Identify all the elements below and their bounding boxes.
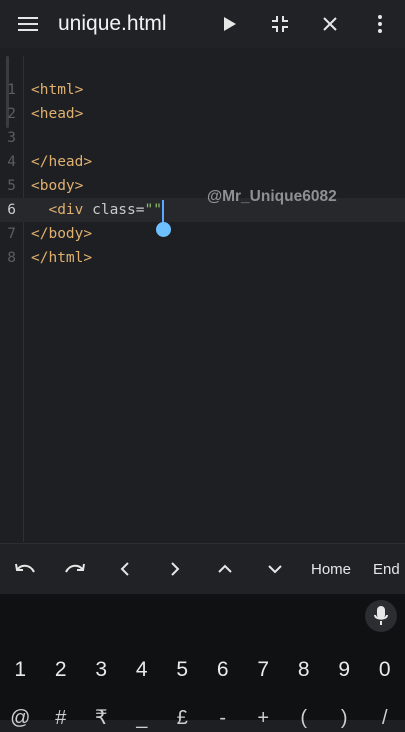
code-token: <html> — [31, 82, 83, 98]
cursor-right-button[interactable] — [150, 544, 200, 594]
line-number: 3 — [0, 126, 16, 150]
file-title: unique.html — [56, 12, 205, 36]
code-text: </body> — [31, 222, 92, 246]
code-text: </html> — [31, 246, 92, 270]
keyboard-symbol-row: @#₹_£-+()/ — [0, 704, 405, 724]
key-symbol[interactable]: - — [203, 704, 244, 724]
code-token: "" — [145, 202, 162, 218]
code-line[interactable]: 7 </body> — [0, 222, 405, 246]
line-number: 8 — [0, 246, 16, 270]
microphone-icon — [374, 606, 388, 626]
key-symbol[interactable]: + — [243, 704, 284, 724]
voice-input-button[interactable] — [365, 600, 397, 632]
keyboard-number-row: 1234567890 — [0, 652, 405, 688]
line-number: 4 — [0, 150, 16, 174]
line-number: 7 — [0, 222, 16, 246]
key-symbol[interactable]: # — [41, 704, 82, 724]
collapse-icon — [271, 15, 289, 33]
line-number: 1 — [0, 78, 16, 102]
key-symbol[interactable]: @ — [0, 704, 41, 724]
code-text: <div class="" — [31, 198, 162, 222]
key-1[interactable]: 1 — [0, 652, 41, 688]
key-4[interactable]: 4 — [122, 652, 163, 688]
code-token: <div — [31, 202, 92, 218]
key-9[interactable]: 9 — [324, 652, 365, 688]
redo-icon — [64, 562, 86, 576]
hamburger-menu-icon — [18, 16, 38, 32]
code-token: </html> — [31, 250, 92, 266]
undo-icon — [14, 562, 36, 576]
code-token: </head> — [31, 154, 92, 170]
redo-button[interactable] — [50, 544, 100, 594]
code-token: <head> — [31, 106, 83, 122]
cursor-handle[interactable] — [156, 222, 171, 237]
watermark: @Mr_Unique6082 — [207, 188, 337, 206]
end-key-button[interactable]: End — [362, 544, 405, 594]
code-token: </body> — [31, 226, 92, 242]
code-token: <body> — [31, 178, 83, 194]
code-token: class= — [92, 202, 144, 218]
key-3[interactable]: 3 — [81, 652, 122, 688]
key-symbol[interactable]: _ — [122, 704, 163, 724]
key-symbol[interactable]: £ — [162, 704, 203, 724]
code-line[interactable]: 1 <html> — [0, 78, 405, 102]
key-symbol[interactable]: ) — [324, 704, 365, 724]
key-2[interactable]: 2 — [41, 652, 82, 688]
code-line[interactable]: 5 <body> — [0, 174, 405, 198]
more-options-button[interactable] — [355, 0, 405, 48]
text-caret — [162, 200, 164, 224]
close-icon — [322, 16, 338, 32]
code-text: <body> — [31, 174, 83, 198]
cursor-down-button[interactable] — [250, 544, 300, 594]
key-5[interactable]: 5 — [162, 652, 203, 688]
app-toolbar: unique.html — [0, 0, 405, 48]
play-icon — [223, 16, 237, 32]
code-line[interactable]: 4 </head> — [0, 150, 405, 174]
undo-button[interactable] — [0, 544, 50, 594]
code-line[interactable]: 2 <head> — [0, 102, 405, 126]
code-text: <head> — [31, 102, 83, 126]
chevron-left-icon — [120, 562, 130, 576]
key-8[interactable]: 8 — [284, 652, 325, 688]
line-number: 2 — [0, 102, 16, 126]
home-key-button[interactable]: Home — [300, 544, 362, 594]
key-6[interactable]: 6 — [203, 652, 244, 688]
code-text: </head> — [31, 150, 92, 174]
cursor-up-button[interactable] — [200, 544, 250, 594]
menu-button[interactable] — [0, 0, 56, 48]
code-text: <html> — [31, 78, 83, 102]
collapse-button[interactable] — [255, 0, 305, 48]
key-symbol[interactable]: ₹ — [81, 704, 122, 724]
shortcut-bar: Home End — [0, 543, 405, 594]
run-button[interactable] — [205, 0, 255, 48]
key-0[interactable]: 0 — [365, 652, 405, 688]
cursor-left-button[interactable] — [100, 544, 150, 594]
key-symbol[interactable]: ( — [284, 704, 325, 724]
code-line[interactable]: 3 — [0, 126, 405, 150]
close-button[interactable] — [305, 0, 355, 48]
key-7[interactable]: 7 — [243, 652, 284, 688]
line-number: 6 — [0, 198, 16, 222]
code-line[interactable]: 6 <div class="" — [0, 198, 405, 222]
line-number: 5 — [0, 174, 16, 198]
chevron-right-icon — [170, 562, 180, 576]
key-symbol[interactable]: / — [365, 704, 405, 724]
code-line[interactable]: 8 </html> — [0, 246, 405, 270]
chevron-up-icon — [218, 564, 232, 574]
more-vertical-icon — [378, 15, 382, 33]
chevron-down-icon — [268, 564, 282, 574]
